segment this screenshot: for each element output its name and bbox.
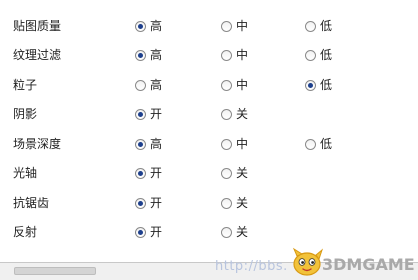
option-label: 中 xyxy=(236,48,249,62)
option-label: 低 xyxy=(320,78,333,92)
option-label: 关 xyxy=(236,225,249,239)
watermark-brand: 3DMGAME xyxy=(322,255,415,274)
option-label: 低 xyxy=(320,19,333,33)
option-medium[interactable]: 中 xyxy=(221,77,248,93)
setting-label: 反射 xyxy=(13,225,38,239)
radio-selected-icon[interactable] xyxy=(305,79,316,91)
setting-label: 纹理过滤 xyxy=(13,48,62,62)
option-label: 低 xyxy=(320,48,333,62)
scrollbar-thumb[interactable] xyxy=(14,267,96,275)
option-label: 中 xyxy=(236,78,249,92)
option-label: 高 xyxy=(150,78,163,92)
option-label: 低 xyxy=(320,137,333,151)
setting-row-shadows: 阴影 开 关 xyxy=(0,104,418,124)
radio-icon[interactable] xyxy=(221,226,232,238)
option-low[interactable]: 低 xyxy=(305,47,332,63)
option-low[interactable]: 低 xyxy=(305,77,332,93)
setting-label: 粒子 xyxy=(13,78,38,92)
option-high[interactable]: 高 xyxy=(135,47,162,63)
setting-row-anti-aliasing: 抗锯齿 开 关 xyxy=(0,193,418,213)
setting-row-depth-of-field: 场景深度 高 中 低 xyxy=(0,134,418,154)
option-label: 开 xyxy=(150,107,163,121)
option-label: 开 xyxy=(150,166,163,180)
radio-icon[interactable] xyxy=(221,79,232,91)
option-label: 高 xyxy=(150,137,163,151)
radio-icon[interactable] xyxy=(305,20,316,32)
option-off[interactable]: 关 xyxy=(221,106,248,122)
radio-selected-icon[interactable] xyxy=(135,49,146,61)
option-off[interactable]: 关 xyxy=(221,165,248,181)
setting-label: 阴影 xyxy=(13,107,38,121)
graphics-settings-panel: 贴图质量 高 中 低 纹理过滤 高 中 低 粒子 高 中 低 阴影 开 关 场景… xyxy=(0,0,418,262)
option-on[interactable]: 开 xyxy=(135,195,162,211)
option-label: 高 xyxy=(150,19,163,33)
radio-icon[interactable] xyxy=(221,20,232,32)
setting-label: 贴图质量 xyxy=(13,19,62,33)
radio-icon[interactable] xyxy=(221,167,232,179)
option-label: 关 xyxy=(236,166,249,180)
setting-row-light-shafts: 光轴 开 关 xyxy=(0,163,418,183)
radio-icon[interactable] xyxy=(305,49,316,61)
radio-icon[interactable] xyxy=(135,79,146,91)
radio-selected-icon[interactable] xyxy=(135,197,146,209)
option-low[interactable]: 低 xyxy=(305,136,332,152)
mascot-logo-icon xyxy=(292,247,324,276)
option-label: 高 xyxy=(150,48,163,62)
option-label: 关 xyxy=(236,107,249,121)
setting-label: 抗锯齿 xyxy=(13,196,50,210)
option-medium[interactable]: 中 xyxy=(221,136,248,152)
setting-label: 光轴 xyxy=(13,166,38,180)
option-off[interactable]: 关 xyxy=(221,224,248,240)
radio-selected-icon[interactable] xyxy=(135,138,146,150)
setting-row-reflections: 反射 开 关 xyxy=(0,222,418,242)
option-high[interactable]: 高 xyxy=(135,77,162,93)
option-label: 开 xyxy=(150,225,163,239)
option-high[interactable]: 高 xyxy=(135,136,162,152)
radio-icon[interactable] xyxy=(221,197,232,209)
radio-icon[interactable] xyxy=(221,108,232,120)
radio-icon[interactable] xyxy=(221,49,232,61)
option-on[interactable]: 开 xyxy=(135,106,162,122)
radio-icon[interactable] xyxy=(305,138,316,150)
radio-selected-icon[interactable] xyxy=(135,226,146,238)
option-label: 中 xyxy=(236,137,249,151)
option-high[interactable]: 高 xyxy=(135,18,162,34)
radio-icon[interactable] xyxy=(221,138,232,150)
option-medium[interactable]: 中 xyxy=(221,47,248,63)
radio-selected-icon[interactable] xyxy=(135,20,146,32)
setting-label: 场景深度 xyxy=(13,137,62,151)
option-on[interactable]: 开 xyxy=(135,165,162,181)
option-label: 中 xyxy=(236,19,249,33)
option-on[interactable]: 开 xyxy=(135,224,162,240)
radio-selected-icon[interactable] xyxy=(135,167,146,179)
option-label: 关 xyxy=(236,196,249,210)
option-low[interactable]: 低 xyxy=(305,18,332,34)
setting-row-particles: 粒子 高 中 低 xyxy=(0,75,418,95)
watermark-url: http://bbs. xyxy=(215,259,288,274)
option-medium[interactable]: 中 xyxy=(221,18,248,34)
radio-selected-icon[interactable] xyxy=(135,108,146,120)
option-label: 开 xyxy=(150,196,163,210)
option-off[interactable]: 关 xyxy=(221,195,248,211)
setting-row-texture-quality: 贴图质量 高 中 低 xyxy=(0,16,418,36)
setting-row-texture-filtering: 纹理过滤 高 中 低 xyxy=(0,45,418,65)
